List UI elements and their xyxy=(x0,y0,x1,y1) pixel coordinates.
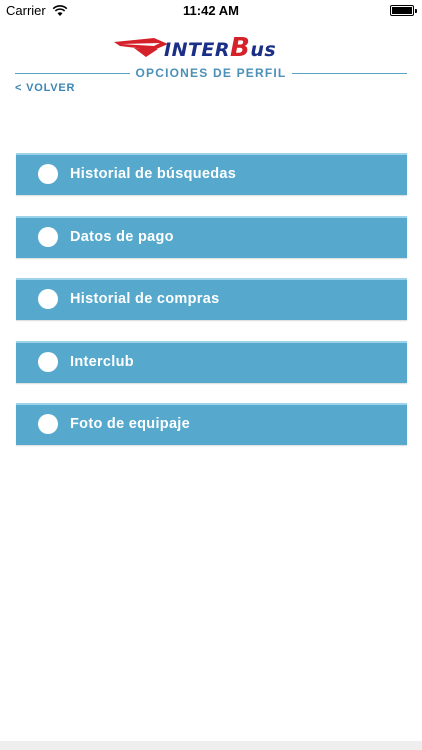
logo-text-b: B xyxy=(230,33,251,63)
menu-item-interclub[interactable]: Interclub xyxy=(16,340,407,383)
menu-item-label: Interclub xyxy=(70,353,134,370)
interbus-logo: INTERBus xyxy=(114,31,304,63)
menu-item-purchase-history[interactable]: Historial de compras xyxy=(16,278,407,320)
radio-icon[interactable] xyxy=(38,226,58,247)
menu-item-luggage-photo[interactable]: Foto de equipaje xyxy=(16,403,407,445)
radio-icon[interactable] xyxy=(38,351,58,372)
header-line-right xyxy=(292,73,407,74)
radio-icon[interactable] xyxy=(38,164,58,184)
back-button[interactable]: < VOLVER xyxy=(15,82,75,94)
radio-icon[interactable] xyxy=(38,289,58,309)
battery-icon xyxy=(390,5,417,16)
logo-wordmark: INTERBus xyxy=(164,33,276,63)
radio-icon[interactable] xyxy=(38,414,58,434)
menu-item-label: Historial de búsquedas xyxy=(70,166,237,182)
menu-item-label: Historial de compras xyxy=(70,291,220,307)
menu-item-label: Foto de equipaje xyxy=(70,416,190,432)
logo-text-us: us xyxy=(250,39,277,61)
menu-item-payment-data[interactable]: Datos de pago xyxy=(16,215,407,258)
logo-text-inter: INTER xyxy=(164,39,231,61)
menu-item-search-history[interactable]: Historial de búsquedas xyxy=(16,153,407,195)
status-bar: Carrier 11:42 AM xyxy=(0,0,422,22)
menu-item-label: Datos de pago xyxy=(70,228,174,245)
status-time: 11:42 AM xyxy=(183,3,239,18)
bottom-bar xyxy=(0,741,422,750)
profile-options-menu: Historial de búsquedas Datos de pago His… xyxy=(16,153,407,466)
